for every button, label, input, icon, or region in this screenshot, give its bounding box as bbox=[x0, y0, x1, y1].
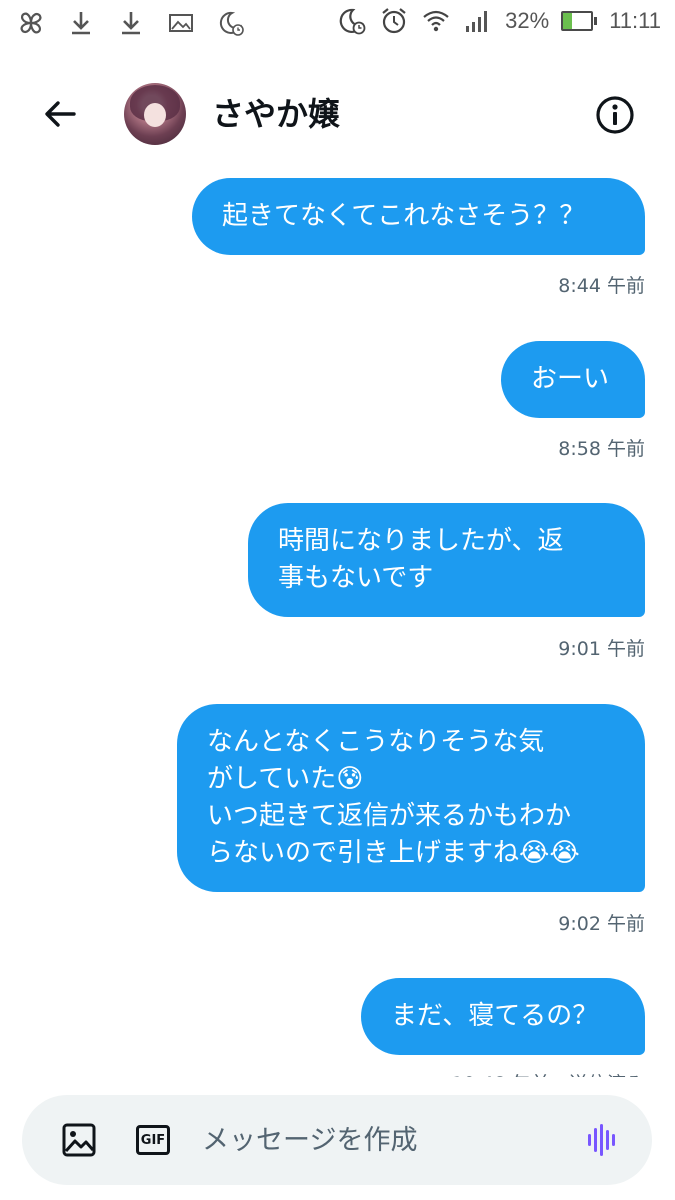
message-bubble[interactable]: おーい bbox=[501, 341, 645, 418]
message-bubble[interactable]: 起きてなくてこれなさそう？？ bbox=[192, 178, 645, 255]
download-icon bbox=[116, 8, 146, 38]
gif-label: GIF bbox=[140, 1132, 166, 1148]
arrow-left-icon bbox=[45, 101, 76, 127]
pinwheel-icon bbox=[16, 8, 46, 38]
message-timestamp: 9:02 午前 bbox=[558, 913, 645, 935]
battery-percent: 32% bbox=[505, 8, 550, 33]
moon-clock-icon bbox=[216, 8, 246, 38]
message-item: まだ、寝てるの？ bbox=[361, 978, 645, 1055]
status-bar: 32% 11:11 bbox=[0, 0, 675, 48]
signal-icon bbox=[463, 6, 493, 36]
moon-clock-icon bbox=[337, 6, 367, 36]
download-icon bbox=[66, 8, 96, 38]
back-button[interactable] bbox=[38, 92, 82, 136]
info-icon bbox=[596, 96, 634, 134]
wifi-icon bbox=[421, 6, 451, 36]
message-item: 起きてなくてこれなさそう？？ bbox=[192, 178, 645, 255]
status-bar-notifications bbox=[16, 8, 246, 38]
add-gif-button[interactable]: GIF bbox=[130, 1117, 176, 1163]
image-icon bbox=[62, 1123, 96, 1157]
message-bubble[interactable]: 時間になりましたが、返 事もないです bbox=[248, 503, 645, 617]
battery-icon bbox=[561, 11, 598, 31]
message-item: おーい bbox=[501, 341, 645, 418]
message-input[interactable] bbox=[202, 1115, 572, 1165]
message-timestamp: 10:48 午前・送信済み bbox=[451, 1069, 645, 1077]
add-image-button[interactable] bbox=[56, 1117, 102, 1163]
message-item: 時間になりましたが、返 事もないです bbox=[248, 503, 645, 617]
alarm-icon bbox=[379, 6, 409, 36]
profile-avatar[interactable] bbox=[124, 83, 186, 145]
conversation-title[interactable]: さやか嬢 bbox=[212, 92, 340, 136]
message-list[interactable]: 起きてなくてこれなさそう？？ 8:44 午前 おーい 8:58 午前 時間になり… bbox=[0, 175, 675, 1077]
conversation-header: さやか嬢 bbox=[0, 64, 675, 164]
gif-icon: GIF bbox=[136, 1125, 170, 1155]
message-bubble[interactable]: なんとなくこうなりそうな気 がしていた😰 いつ起きて返信が来るかもわか らないの… bbox=[177, 704, 645, 892]
status-bar-system: 32% 11:11 bbox=[337, 6, 661, 36]
image-icon bbox=[166, 8, 196, 38]
message-composer: GIF bbox=[22, 1095, 652, 1185]
info-button[interactable] bbox=[594, 94, 636, 136]
message-bubble[interactable]: まだ、寝てるの？ bbox=[361, 978, 645, 1055]
message-timestamp: 8:58 午前 bbox=[558, 438, 645, 460]
voice-message-button[interactable] bbox=[580, 1117, 626, 1163]
message-item: なんとなくこうなりそうな気 がしていた😰 いつ起きて返信が来るかもわか らないの… bbox=[177, 704, 645, 892]
message-timestamp: 9:01 午前 bbox=[558, 638, 645, 660]
status-time: 11:11 bbox=[609, 8, 661, 33]
message-timestamp: 8:44 午前 bbox=[558, 275, 645, 297]
voice-wave-icon bbox=[588, 1124, 615, 1156]
